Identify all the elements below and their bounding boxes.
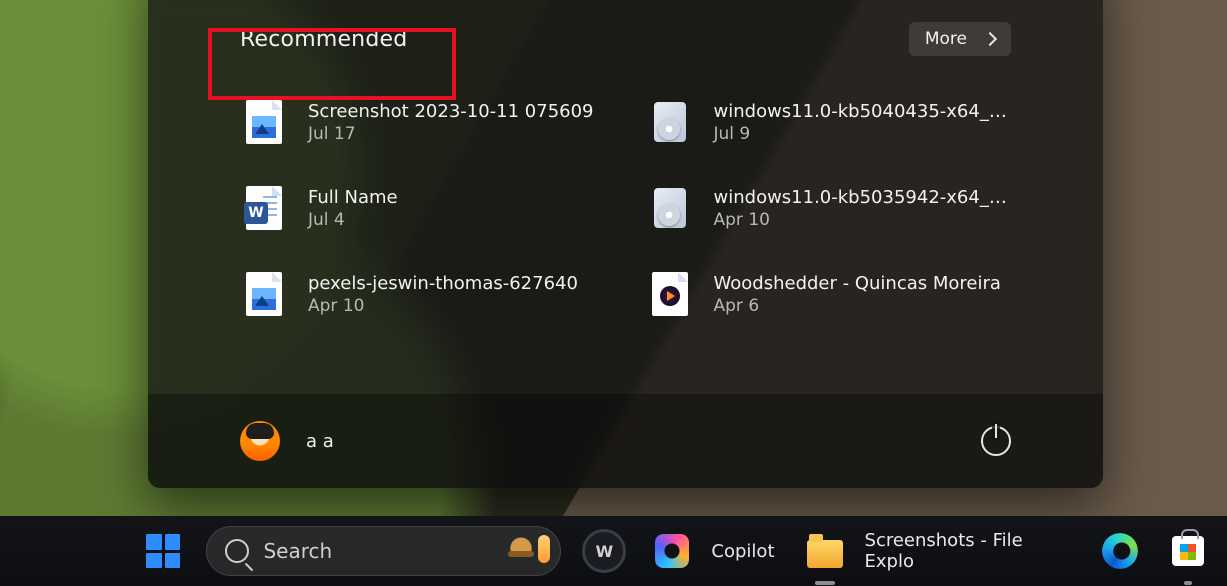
- item-date: Apr 6: [714, 296, 1001, 316]
- edge-button[interactable]: [1095, 525, 1145, 577]
- item-date: Apr 10: [308, 296, 578, 316]
- item-name: pexels-jeswin-thomas-627640: [308, 273, 578, 294]
- recommended-item[interactable]: Screenshot 2023-10-11 075609 Jul 17: [240, 96, 600, 148]
- recommended-item[interactable]: Woodshedder - Quincas Moreira Apr 6: [646, 268, 1020, 320]
- search-placeholder: Search: [263, 539, 332, 563]
- start-footer: a a: [148, 394, 1103, 488]
- running-indicator: [1184, 581, 1192, 585]
- word-document-icon: W: [246, 186, 282, 230]
- image-file-icon: [246, 272, 282, 316]
- item-date: Jul 17: [308, 124, 594, 144]
- search-icon: [225, 539, 249, 563]
- start-button[interactable]: [138, 525, 188, 577]
- item-date: Apr 10: [714, 210, 1014, 230]
- desktop: Recommended More Screenshot 2023-10-11 0…: [0, 0, 1227, 586]
- recommended-item[interactable]: W Full Name Jul 4: [240, 182, 600, 234]
- update-package-icon: [652, 186, 688, 230]
- more-label: More: [925, 29, 967, 49]
- active-indicator: [815, 581, 835, 585]
- item-date: Jul 4: [308, 210, 398, 230]
- taskbar-search[interactable]: Search: [206, 526, 561, 576]
- item-name: Woodshedder - Quincas Moreira: [714, 273, 1001, 294]
- recommended-grid: Screenshot 2023-10-11 075609 Jul 17 wind…: [240, 96, 1011, 320]
- user-account-button[interactable]: a a: [240, 421, 334, 461]
- store-icon: [1172, 536, 1204, 566]
- taskbar: Search W Copilot Screenshots - File Expl…: [0, 516, 1227, 586]
- search-highlight-icon: [508, 535, 550, 563]
- user-name: a a: [306, 431, 334, 452]
- power-button[interactable]: [981, 426, 1011, 456]
- file-explorer-button[interactable]: [799, 525, 851, 577]
- windows-logo-icon: [146, 534, 180, 568]
- folder-icon: [807, 540, 843, 568]
- app-badge-icon: W: [582, 529, 626, 573]
- start-menu: Recommended More Screenshot 2023-10-11 0…: [148, 0, 1103, 488]
- copilot-button[interactable]: [647, 525, 697, 577]
- item-date: Jul 9: [714, 124, 1014, 144]
- update-package-icon: [652, 100, 688, 144]
- copilot-icon: [655, 534, 689, 568]
- recommended-item[interactable]: pexels-jeswin-thomas-627640 Apr 10: [240, 268, 600, 320]
- avatar: [240, 421, 280, 461]
- microsoft-store-button[interactable]: [1163, 525, 1213, 577]
- chevron-right-icon: [983, 32, 997, 46]
- item-name: Screenshot 2023-10-11 075609: [308, 101, 594, 122]
- image-file-icon: [246, 100, 282, 144]
- item-name: windows11.0-kb5035942-x64_3f371...: [714, 187, 1014, 208]
- audio-file-icon: [652, 272, 688, 316]
- recommended-item[interactable]: windows11.0-kb5040435-x64_eb3b... Jul 9: [646, 96, 1020, 148]
- edge-icon: [1102, 533, 1138, 569]
- item-name: Full Name: [308, 187, 398, 208]
- explorer-label: Screenshots - File Explo: [865, 530, 1071, 572]
- more-button[interactable]: More: [909, 22, 1011, 56]
- taskbar-app[interactable]: W: [579, 525, 629, 577]
- copilot-label: Copilot: [711, 541, 774, 562]
- item-name: windows11.0-kb5040435-x64_eb3b...: [714, 101, 1014, 122]
- recommended-item[interactable]: windows11.0-kb5035942-x64_3f371... Apr 1…: [646, 182, 1020, 234]
- recommended-heading: Recommended: [240, 27, 407, 52]
